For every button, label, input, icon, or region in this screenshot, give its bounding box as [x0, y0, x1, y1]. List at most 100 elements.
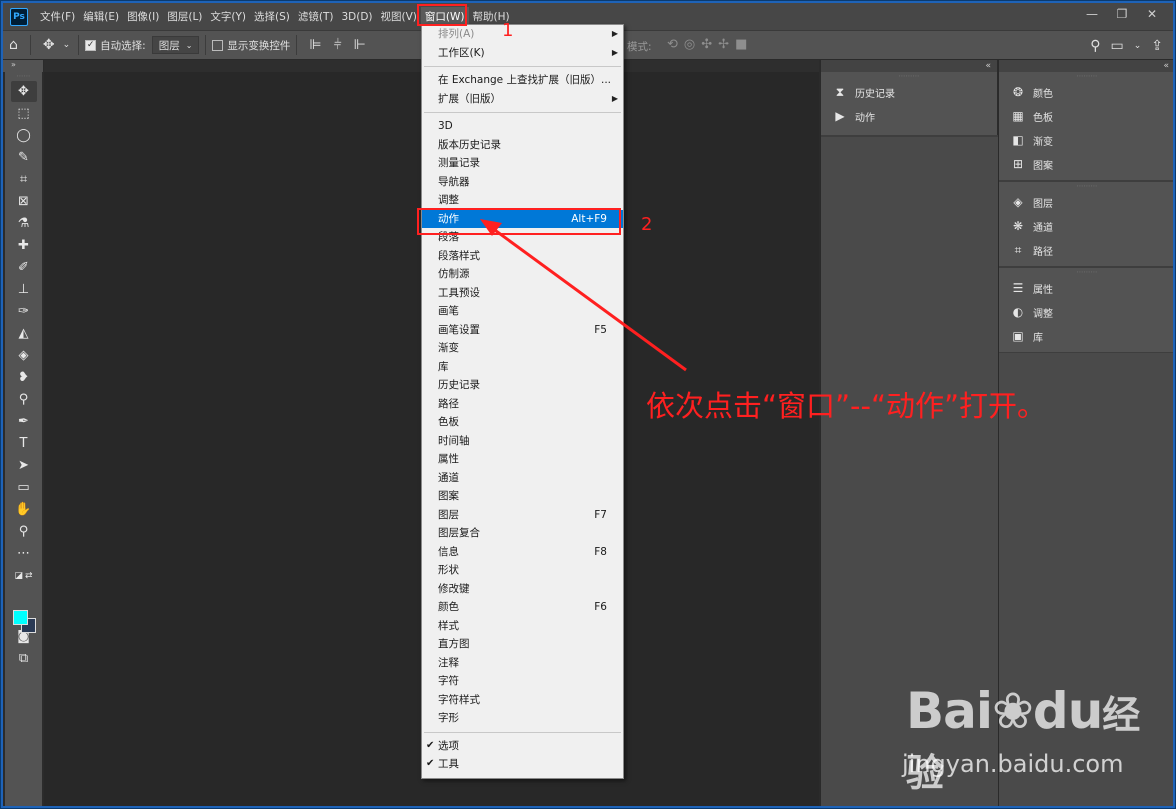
marquee-tool-icon[interactable]: ⬚ [11, 103, 37, 124]
zoom-tool-icon[interactable]: ⚲ [11, 521, 37, 542]
align-right-icon[interactable]: ⊩ [348, 37, 372, 53]
menu-item[interactable]: 字符样式 [422, 691, 623, 710]
menu-item[interactable]: 字符 [422, 672, 623, 691]
panel-adjustments[interactable]: ◐ 调整 [999, 300, 1173, 324]
swap-colors-icon[interactable]: ◪ ⇄ [11, 565, 37, 586]
workspace-icon[interactable]: ▭ [1110, 38, 1123, 54]
more-tools-icon[interactable]: ⋯ [11, 543, 37, 564]
menu-item[interactable]: 修改键 [422, 580, 623, 599]
menu-item[interactable]: 库 [422, 358, 623, 377]
menu-item[interactable]: 注释 [422, 654, 623, 673]
menu-file[interactable]: 文件(F) [36, 7, 79, 27]
panel-history[interactable]: ⧗ 历史记录 [821, 80, 997, 104]
panel-swatches[interactable]: ▦ 色板 [999, 104, 1173, 128]
align-center-icon[interactable]: ⫩ [328, 37, 348, 53]
panel-libraries[interactable]: ▣ 库 [999, 324, 1173, 348]
auto-select-checkbox[interactable]: ✓ [85, 39, 97, 51]
panel-color[interactable]: ❂ 颜色 [999, 80, 1173, 104]
restore-button[interactable]: ❐ [1107, 3, 1137, 25]
menu-view[interactable]: 视图(V) [377, 7, 421, 27]
menu-item[interactable]: 信息 F8 [422, 543, 623, 562]
brush-tool-icon[interactable]: ✐ [11, 257, 37, 278]
history-brush-tool-icon[interactable]: ✑ [11, 301, 37, 322]
menu-item[interactable]: 导航器 [422, 173, 623, 192]
menu-filter[interactable]: 滤镜(T) [294, 7, 338, 27]
menu-item[interactable]: 画笔 [422, 302, 623, 321]
menu-item[interactable]: 通道 [422, 469, 623, 488]
crop-tool-icon[interactable]: ⌗ [11, 169, 37, 190]
frame-tool-icon[interactable]: ⊠ [11, 191, 37, 212]
share-icon[interactable]: ⇪ [1151, 38, 1163, 54]
pen-tool-icon[interactable]: ✒ [11, 411, 37, 432]
menu-item[interactable]: 在 Exchange 上查找扩展（旧版）... [422, 71, 623, 90]
panel-gradients[interactable]: ◧ 渐变 [999, 128, 1173, 152]
panel-properties[interactable]: ☰ 属性 [999, 276, 1173, 300]
menu-item[interactable]: 路径 [422, 395, 623, 414]
menu-item[interactable]: 色板 [422, 413, 623, 432]
menu-item[interactable]: 调整 [422, 191, 623, 210]
menu-item[interactable]: 属性 [422, 450, 623, 469]
menu-3d[interactable]: 3D(D) [337, 7, 376, 27]
menu-item[interactable]: 工具预设 [422, 284, 623, 303]
menu-layer[interactable]: 图层(L) [163, 7, 206, 27]
panel-layers[interactable]: ◈ 图层 [999, 190, 1173, 214]
camera-3d-icon[interactable]: ■ [735, 37, 747, 52]
menu-select[interactable]: 选择(S) [250, 7, 294, 27]
menu-item[interactable]: 字形 [422, 709, 623, 728]
menu-item[interactable]: 图案 [422, 487, 623, 506]
type-tool-icon[interactable]: T [11, 433, 37, 454]
layer-select[interactable]: 图层 ⌄ [151, 36, 200, 54]
path-select-tool-icon[interactable]: ➤ [11, 455, 37, 476]
menu-item[interactable]: 样式 [422, 617, 623, 636]
grip-icon[interactable]: ⋯⋯⋯ [999, 268, 1173, 276]
menu-item[interactable]: 直方图 [422, 635, 623, 654]
move-tool-icon[interactable]: ✥ [37, 37, 61, 53]
menu-item[interactable]: 时间轴 [422, 432, 623, 451]
blur-tool-icon[interactable]: ❥ [11, 367, 37, 388]
menu-item[interactable]: ✔ 选项 [422, 737, 623, 756]
menu-item[interactable]: 扩展（旧版） ▶ [422, 90, 623, 109]
panel-paths[interactable]: ⌗ 路径 [999, 238, 1173, 262]
menu-image[interactable]: 图像(I) [123, 7, 163, 27]
close-button[interactable]: ✕ [1137, 3, 1167, 25]
minimize-button[interactable]: — [1077, 3, 1107, 25]
healing-brush-tool-icon[interactable]: ✚ [11, 235, 37, 256]
dodge-tool-icon[interactable]: ⚲ [11, 389, 37, 410]
foreground-color-swatch[interactable] [13, 610, 28, 625]
collapse-panels-icon[interactable]: « [821, 60, 997, 72]
panel-actions[interactable]: ▶ 动作 [821, 104, 997, 128]
grip-icon[interactable]: ⋯⋯⋯ [821, 72, 997, 80]
grip-icon[interactable]: ⋯⋯⋯ [999, 182, 1173, 190]
hand-tool-icon[interactable]: ✋ [11, 499, 37, 520]
home-icon[interactable]: ⌂ [3, 37, 24, 53]
grip-icon[interactable]: ⋯⋯⋯ [999, 72, 1173, 80]
menu-item[interactable]: 工作区(K) ▶ [422, 44, 623, 63]
panel-channels[interactable]: ❋ 通道 [999, 214, 1173, 238]
menu-item[interactable]: 3D [422, 117, 623, 136]
chevron-down-icon[interactable]: ⌄ [1134, 41, 1142, 51]
menu-item[interactable]: 图层 F7 [422, 506, 623, 525]
menu-item[interactable]: 历史记录 [422, 376, 623, 395]
search-icon[interactable]: ⚲ [1090, 38, 1100, 54]
paint-bucket-tool-icon[interactable]: ◈ [11, 345, 37, 366]
slide-3d-icon[interactable]: ✢ [718, 37, 729, 52]
show-transform-checkbox[interactable] [212, 39, 224, 51]
rectangle-tool-icon[interactable]: ▭ [11, 477, 37, 498]
panel-patterns[interactable]: ⊞ 图案 [999, 152, 1173, 176]
menu-item[interactable]: 测量记录 [422, 154, 623, 173]
stamp-tool-icon[interactable]: ⊥ [11, 279, 37, 300]
menu-item[interactable]: 颜色 F6 [422, 598, 623, 617]
quick-select-tool-icon[interactable]: ✎ [11, 147, 37, 168]
menu-type[interactable]: 文字(Y) [206, 7, 250, 27]
roll-3d-icon[interactable]: ◎ [684, 37, 695, 52]
chevron-down-icon[interactable]: ⌄ [61, 40, 73, 50]
menu-item[interactable]: 形状 [422, 561, 623, 580]
menu-edit[interactable]: 编辑(E) [79, 7, 123, 27]
toolbar-collapse[interactable]: » [3, 60, 43, 72]
menu-item[interactable]: ✔ 工具 [422, 755, 623, 774]
menu-item[interactable]: 版本历史记录 [422, 136, 623, 155]
orbit-3d-icon[interactable]: ⟲ [667, 37, 678, 52]
drag-3d-icon[interactable]: ✣ [701, 37, 712, 52]
menu-item[interactable]: 图层复合 [422, 524, 623, 543]
move-tool-icon[interactable]: ✥ [10, 81, 37, 102]
